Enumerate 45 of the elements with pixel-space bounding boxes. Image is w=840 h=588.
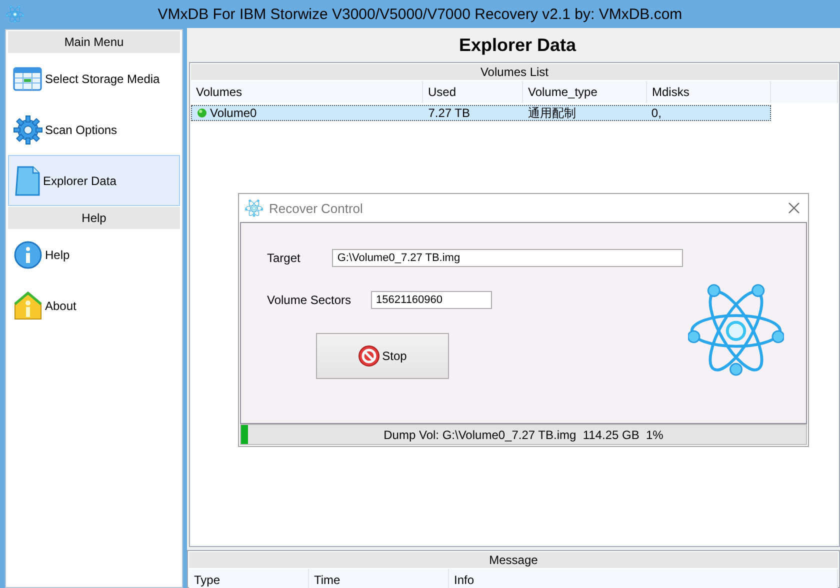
column-header[interactable]: Time: [309, 569, 449, 588]
table-cell: 通用配制: [528, 106, 576, 120]
stop-icon: [358, 345, 380, 367]
atom-icon: [245, 199, 263, 217]
group-header: Help: [8, 207, 180, 229]
sidebar-item[interactable]: About: [8, 280, 180, 331]
gear-icon: [13, 114, 43, 144]
sidebar-item[interactable]: Explorer Data: [8, 155, 180, 206]
sidebar-item[interactable]: Select Storage Media: [8, 53, 180, 104]
dialog-title: Recover Control: [269, 200, 364, 216]
close-icon[interactable]: [788, 202, 800, 214]
field-label: Target: [267, 251, 300, 265]
panel-caption: Volumes List: [191, 64, 838, 80]
status-icon: [197, 108, 207, 118]
field-label: Volume Sectors: [267, 293, 352, 307]
input-field[interactable]: G:\Volume0_7.27 TB.img: [332, 249, 684, 267]
table-row[interactable]: Volume0 7.27 TB 通用配制 0,: [191, 105, 771, 121]
stop-button[interactable]: Stop: [316, 333, 449, 379]
column-header[interactable]: Mdisks: [647, 81, 771, 103]
column-header[interactable]: Type: [189, 569, 309, 588]
table-cell: 0,: [651, 106, 662, 120]
table-cell: 7.27 TB: [428, 106, 470, 120]
house-icon: [13, 290, 43, 320]
table-cell: Volume0: [210, 106, 257, 120]
item-label: About: [45, 298, 76, 312]
panel-caption: Message: [189, 552, 838, 568]
item-label: Scan Options: [45, 122, 118, 136]
window-title: VMxDB For IBM Storwize V3000/V5000/V7000 Recovery v2.1 by: VMxDB.com: [156, 6, 684, 22]
page-title: Explorer Data: [458, 34, 576, 56]
item-label: Help: [45, 248, 70, 262]
status-text: Dump Vol: G:\Volume0_7.27 TB.img 114.25 GB 1%: [384, 428, 664, 442]
column-header[interactable]: Volume_type: [523, 81, 647, 103]
input-field[interactable]: 15621160960: [371, 291, 492, 309]
column-header[interactable]: Info: [449, 569, 838, 588]
document-icon: [13, 164, 41, 196]
item-label: Select Storage Media: [45, 72, 160, 86]
atom-icon: [6, 5, 24, 23]
info-icon: [13, 240, 43, 270]
column-header[interactable]: Used: [423, 81, 523, 103]
group-header: Main Menu: [8, 31, 180, 53]
column-header[interactable]: Volumes: [191, 81, 423, 103]
spreadsheet-icon: [13, 64, 43, 92]
item-label: Explorer Data: [43, 174, 116, 188]
sidebar-item[interactable]: Help: [8, 229, 180, 280]
sidebar-item[interactable]: Scan Options: [8, 104, 180, 155]
